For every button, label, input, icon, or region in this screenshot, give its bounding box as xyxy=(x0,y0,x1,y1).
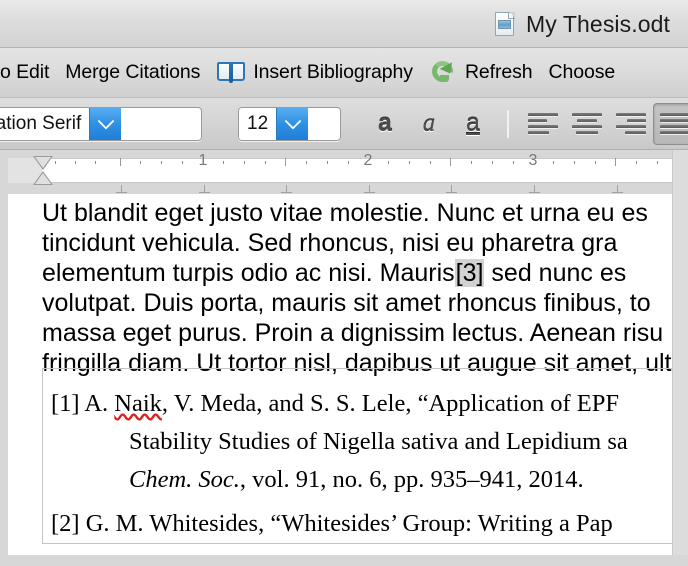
open-book-icon xyxy=(216,59,246,86)
font-size-value: 12 xyxy=(239,108,276,140)
font-name-chevron-down-icon[interactable] xyxy=(89,108,121,140)
align-right-button[interactable] xyxy=(609,103,653,145)
zotero-merge-citations-button[interactable]: Merge Citations xyxy=(57,57,208,88)
underline-button[interactable]: a xyxy=(451,103,495,145)
bold-icon: a xyxy=(378,111,392,136)
bibliography-entry-1-line-3: Chem. Soc., vol. 91, no. 6, pp. 935–941,… xyxy=(43,461,672,499)
page-sheet[interactable]: Ut blandit eget justo vitae molestie. Nu… xyxy=(8,194,672,556)
body-line-text: massa eget purus. Proin a dignissim lect… xyxy=(42,319,663,347)
align-right-icon xyxy=(616,113,646,135)
body-line: Ut blandit eget justo vitae molestie. Nu… xyxy=(42,198,672,228)
zotero-choose-button[interactable]: Choose xyxy=(541,57,624,88)
bib-text: [2] G. M. Whitesides, “Whitesides’ Group… xyxy=(51,510,613,537)
bib-ref-number: [1] A. xyxy=(51,390,114,417)
align-justify-icon xyxy=(660,113,688,135)
body-line-text: elementum turpis odio ac nisi. Mauris xyxy=(42,259,455,287)
font-name-value: iberation Serif xyxy=(0,108,89,140)
body-line-text: tincidunt vehicula. Sed rhoncus, nisi eu… xyxy=(42,229,617,257)
bibliography-entry-1-line-2: Stability Studies of Nigella sativa and … xyxy=(43,423,672,461)
align-left-icon xyxy=(528,113,558,135)
bold-button[interactable]: a xyxy=(363,103,407,145)
justify-button[interactable] xyxy=(653,103,688,145)
body-line-text: Ut blandit eget justo vitae molestie. Nu… xyxy=(42,199,648,227)
align-center-icon xyxy=(572,113,602,135)
body-line: volutpat. Duis porta, mauris sit amet rh… xyxy=(42,288,672,318)
libreoffice-writer-window: My Thesis.odt o Edit Merge Citations Ins… xyxy=(0,0,688,566)
tab-stop[interactable] xyxy=(116,185,127,193)
refresh-circle-icon xyxy=(429,59,458,86)
zotero-refresh-button[interactable]: Refresh xyxy=(421,55,541,90)
zotero-insert-bibliography-label: Insert Bibliography xyxy=(253,61,413,84)
zotero-merge-citations-label: Merge Citations xyxy=(65,61,200,84)
tab-stop[interactable] xyxy=(612,185,623,193)
bib-text: , vol. 91, no. 6, pp. 935–941, 2014. xyxy=(240,466,584,493)
tab-stop[interactable] xyxy=(364,185,375,193)
tab-stop[interactable] xyxy=(446,185,457,193)
zotero-edit-label: o Edit xyxy=(0,61,49,84)
misspelled-word: Naik xyxy=(114,390,162,417)
bib-text: , V. Meda, and S. S. Lele, “Application … xyxy=(162,390,619,417)
font-size-chevron-down-icon[interactable] xyxy=(276,108,308,140)
citation-field[interactable]: [3] xyxy=(455,259,485,287)
underline-icon: a xyxy=(466,111,480,136)
paragraph-indent-marker[interactable] xyxy=(33,155,53,186)
bibliography-entry-2-line-1: [2] G. M. Whitesides, “Whitesides’ Group… xyxy=(43,505,672,543)
body-line: tincidunt vehicula. Sed rhoncus, nisi eu… xyxy=(42,228,672,258)
document-icon xyxy=(493,11,517,37)
body-line: elementum turpis odio ac nisi. Mauris[3]… xyxy=(42,258,672,288)
bib-journal-name: Chem. Soc. xyxy=(129,466,240,493)
zotero-edit-button[interactable]: o Edit xyxy=(0,57,57,88)
zotero-toolbar: o Edit Merge Citations Insert Bibliograp… xyxy=(0,48,688,98)
italic-button[interactable]: a xyxy=(407,103,451,145)
toolbar-separator xyxy=(507,110,509,138)
tab-stop[interactable] xyxy=(199,185,210,193)
bib-text: Stability Studies of Nigella sativa and … xyxy=(129,428,628,455)
document-canvas[interactable]: Ut blandit eget justo vitae molestie. Nu… xyxy=(0,194,688,566)
ruler-number-2: 2 xyxy=(364,152,373,170)
horizontal-ruler[interactable]: 1 2 3 xyxy=(0,150,688,194)
body-line-text: sed nunc es xyxy=(484,259,626,287)
window-title: My Thesis.odt xyxy=(526,11,670,38)
body-paragraph[interactable]: Ut blandit eget justo vitae molestie. Nu… xyxy=(42,198,672,378)
zotero-insert-bibliography-button[interactable]: Insert Bibliography xyxy=(208,55,421,90)
font-size-combobox[interactable]: 12 xyxy=(238,107,341,141)
bibliography-entry-1-line-1: [1] A. Naik, V. Meda, and S. S. Lele, “A… xyxy=(43,385,672,423)
formatting-toolbar: iberation Serif 12 a a a xyxy=(0,98,688,150)
font-name-combobox[interactable]: iberation Serif xyxy=(0,107,202,141)
bottom-strip xyxy=(0,555,688,566)
zotero-choose-label: Choose xyxy=(549,61,616,84)
tab-stop[interactable] xyxy=(529,185,540,193)
tab-stop[interactable] xyxy=(281,185,292,193)
right-gutter xyxy=(672,150,688,566)
align-left-button[interactable] xyxy=(521,103,565,145)
ruler-number-1: 1 xyxy=(199,152,208,170)
title-bar: My Thesis.odt xyxy=(0,0,688,48)
align-center-button[interactable] xyxy=(565,103,609,145)
bibliography-field[interactable]: [1] A. Naik, V. Meda, and S. S. Lele, “A… xyxy=(42,368,672,544)
ruler-number-3: 3 xyxy=(529,152,538,170)
body-line-text: volutpat. Duis porta, mauris sit amet rh… xyxy=(42,289,651,317)
body-line: massa eget purus. Proin a dignissim lect… xyxy=(42,318,672,348)
italic-icon: a xyxy=(423,111,436,136)
zotero-refresh-label: Refresh xyxy=(465,61,533,84)
